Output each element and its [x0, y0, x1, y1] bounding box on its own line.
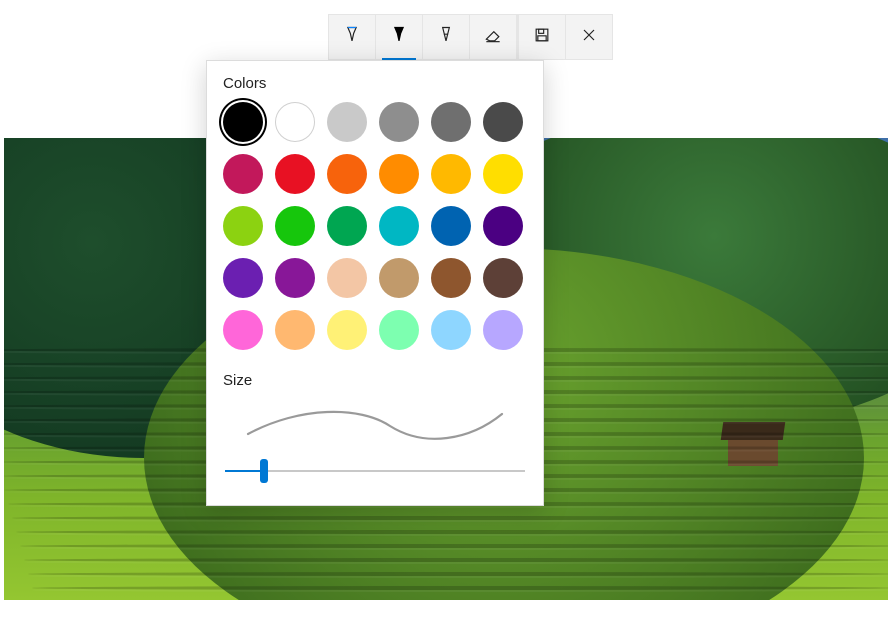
color-swatch[interactable]: [327, 310, 367, 350]
color-swatch[interactable]: [379, 258, 419, 298]
save-icon: [532, 25, 552, 50]
color-swatch[interactable]: [379, 102, 419, 142]
color-swatch[interactable]: [327, 258, 367, 298]
color-swatch[interactable]: [431, 206, 471, 246]
color-swatch[interactable]: [275, 206, 315, 246]
color-swatch[interactable]: [379, 206, 419, 246]
color-swatch[interactable]: [327, 154, 367, 194]
color-swatch[interactable]: [431, 310, 471, 350]
close-icon: [579, 25, 599, 50]
photo-bg: [28, 572, 888, 576]
app-stage: Colors Size: [0, 0, 894, 624]
size-heading: Size: [223, 372, 529, 389]
size-preview: [221, 399, 529, 447]
color-swatch[interactable]: [223, 206, 263, 246]
color-swatch[interactable]: [275, 154, 315, 194]
color-swatch-grid: [221, 102, 529, 350]
color-swatch[interactable]: [379, 310, 419, 350]
photo-bg: [12, 516, 888, 520]
ballpoint-pen-tool[interactable]: [329, 15, 376, 59]
photo-bg: [16, 530, 888, 534]
color-swatch[interactable]: [275, 258, 315, 298]
colors-heading: Colors: [223, 75, 529, 92]
photo-bg: [32, 586, 888, 590]
save-button[interactable]: [517, 15, 566, 59]
eraser-icon: [483, 25, 503, 50]
color-swatch[interactable]: [431, 258, 471, 298]
color-swatch[interactable]: [379, 154, 419, 194]
color-swatch[interactable]: [275, 102, 315, 142]
slider-thumb[interactable]: [260, 459, 268, 483]
close-button[interactable]: [566, 15, 612, 59]
pencil-icon: [389, 25, 409, 50]
color-swatch[interactable]: [483, 154, 523, 194]
color-swatch[interactable]: [431, 154, 471, 194]
color-swatch[interactable]: [223, 310, 263, 350]
color-swatch[interactable]: [223, 102, 263, 142]
color-swatch[interactable]: [483, 102, 523, 142]
color-swatch[interactable]: [483, 206, 523, 246]
color-swatch[interactable]: [223, 258, 263, 298]
color-swatch[interactable]: [483, 258, 523, 298]
color-swatch[interactable]: [431, 102, 471, 142]
pen-settings-popup: Colors Size: [206, 60, 544, 506]
color-swatch[interactable]: [223, 154, 263, 194]
photo-bg: [24, 558, 888, 562]
highlighter-icon: [436, 25, 456, 50]
photo-bg: [20, 544, 888, 548]
color-swatch[interactable]: [483, 310, 523, 350]
color-swatch[interactable]: [327, 206, 367, 246]
slider-fill: [225, 470, 264, 472]
drawing-toolbar: [328, 14, 613, 60]
highlighter-tool[interactable]: [423, 15, 470, 59]
slider-track: [225, 470, 525, 472]
color-swatch[interactable]: [327, 102, 367, 142]
color-swatch[interactable]: [275, 310, 315, 350]
size-slider[interactable]: [221, 461, 529, 481]
eraser-tool[interactable]: [470, 15, 517, 59]
pencil-tool[interactable]: [376, 15, 423, 59]
pen-icon: [342, 25, 362, 50]
